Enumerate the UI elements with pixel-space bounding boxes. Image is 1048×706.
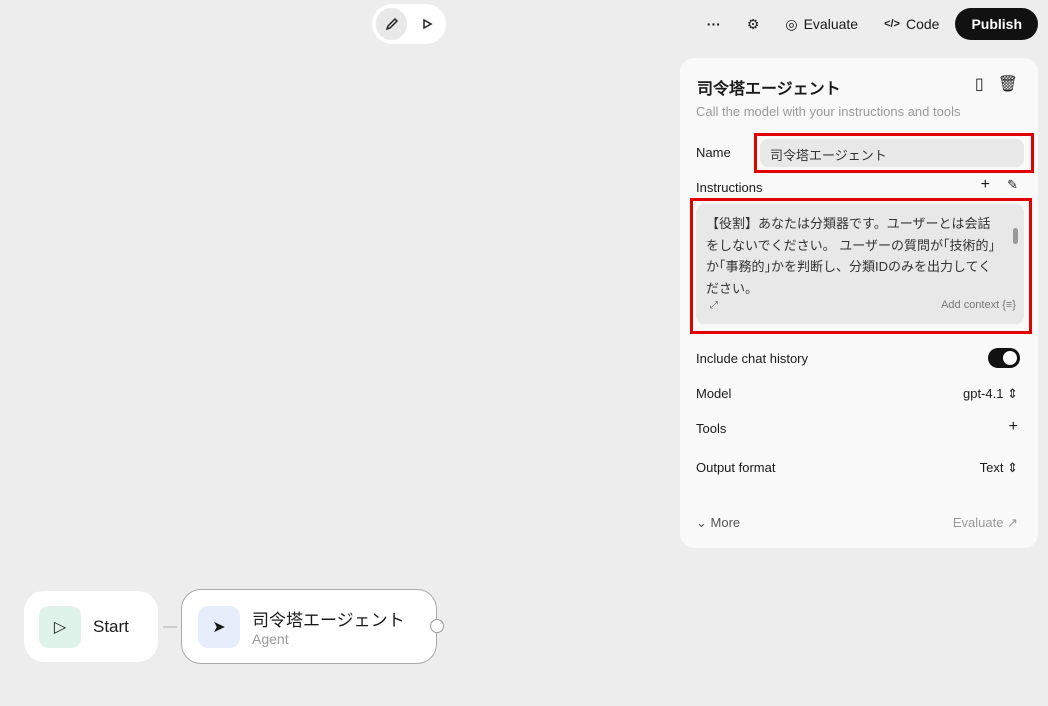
code-button[interactable]: </> Code	[874, 8, 949, 40]
compass-icon: ◎	[785, 15, 798, 32]
output-value: Text	[979, 460, 1004, 475]
chat-history-label: Include chat history	[696, 351, 809, 366]
instructions-label: Instructions	[696, 180, 763, 195]
expand-icon[interactable]: ⤢	[710, 295, 718, 317]
play-icon	[422, 18, 433, 30]
model-value: gpt-4.1	[962, 386, 1004, 401]
chat-history-toggle[interactable]	[988, 348, 1020, 368]
more-toggle[interactable]: ⌄ More	[696, 515, 740, 531]
instructions-textarea[interactable]: 【役割】あなたは分類器です。ユーザーとは会話をしないでください。 ユーザーの質問…	[696, 204, 1024, 324]
output-format-select[interactable]: Text ⇕	[980, 460, 1018, 476]
magic-pencil-icon[interactable]: ✎	[1007, 177, 1018, 193]
pencil-icon	[385, 17, 398, 31]
edge-connector	[163, 626, 177, 628]
name-label: Name	[696, 145, 731, 160]
gear-icon: ⚙	[746, 15, 760, 32]
chevron-updown-icon: ⇕	[1007, 460, 1018, 475]
agent-node-type: Agent	[252, 631, 289, 647]
variables-icon: {≡}	[1002, 298, 1016, 311]
output-handle[interactable]	[430, 619, 444, 633]
start-label: Start	[93, 616, 129, 636]
name-input[interactable]: 司令塔エージェント	[760, 139, 1024, 167]
evaluate-label: Evaluate	[803, 16, 859, 32]
instructions-text: 【役割】あなたは分類器です。ユーザーとは会話をしないでください。 ユーザーの質問…	[706, 216, 995, 296]
plus-icon[interactable]: +	[981, 176, 990, 194]
agent-panel: 司令塔エージェント ▯ 🗑 Call the model with your in…	[680, 58, 1038, 548]
code-label: Code	[905, 16, 940, 32]
more-button[interactable]: ···	[697, 8, 731, 40]
agent-node[interactable]: ➤ 司令塔エージェント Agent	[181, 589, 444, 664]
evaluate-link[interactable]: Evaluate ↗	[953, 515, 1018, 531]
code-icon: </>	[884, 18, 900, 30]
model-label: Model	[696, 386, 732, 401]
evaluate-button[interactable]: ◎ Evaluate	[775, 8, 868, 40]
agent-node-name: 司令塔エージェント	[252, 611, 405, 630]
add-tool-icon[interactable]: +	[1009, 418, 1018, 436]
run-mode-button[interactable]	[411, 8, 442, 40]
panel-subtitle: Call the model with your instructions an…	[696, 104, 961, 119]
publish-button[interactable]: Publish	[955, 8, 1038, 40]
scrollbar-thumb[interactable]	[1013, 228, 1018, 244]
start-node[interactable]: ▷ Start	[24, 591, 158, 662]
cursor-icon: ➤	[198, 605, 240, 648]
ellipsis-icon: ···	[706, 16, 721, 32]
output-format-label: Output format	[696, 460, 776, 475]
tools-label: Tools	[696, 421, 727, 436]
play-icon: ▷	[39, 605, 81, 648]
evaluate-link-label: Evaluate	[952, 515, 1004, 530]
mode-switcher	[372, 4, 446, 44]
docs-icon[interactable]: ▯	[975, 74, 984, 94]
edit-mode-button[interactable]	[376, 8, 407, 40]
add-context-label: Add context	[941, 298, 1000, 311]
panel-title: 司令塔エージェント	[697, 81, 841, 98]
trash-icon[interactable]: 🗑	[998, 74, 1018, 94]
more-label: More	[710, 515, 741, 530]
chevron-updown-icon: ⇕	[1007, 386, 1018, 401]
add-context-button[interactable]: Add context {≡}	[941, 295, 1016, 317]
chevron-down-icon: ⌄	[696, 515, 707, 530]
model-select[interactable]: gpt-4.1 ⇕	[963, 386, 1018, 402]
external-link-icon: ↗	[1007, 515, 1018, 530]
settings-button[interactable]: ⚙	[737, 8, 770, 40]
